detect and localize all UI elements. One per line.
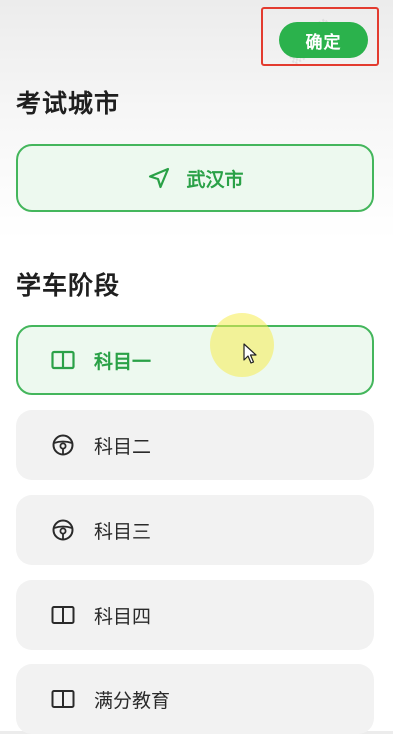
stage-item-label: 科目四 xyxy=(94,605,152,628)
stage-item-subject-four[interactable]: 科目四 xyxy=(16,580,374,650)
steering-wheel-icon xyxy=(50,432,76,458)
confirm-button[interactable]: 确定 xyxy=(279,22,368,58)
stage-item-label: 科目二 xyxy=(94,435,152,458)
mouse-cursor-icon xyxy=(243,343,257,364)
city-selector[interactable]: 武汉市 xyxy=(16,144,374,212)
stage-item-label: 科目一 xyxy=(94,350,152,373)
stage-item-subject-three[interactable]: 科目三 xyxy=(16,495,374,565)
stage-item-label: 科目三 xyxy=(94,520,152,543)
driving-stage-title: 学车阶段 xyxy=(16,271,121,300)
exam-city-title: 考试城市 xyxy=(16,89,121,118)
selected-city-label: 武汉市 xyxy=(186,168,244,191)
stage-item-full-score-education[interactable]: 满分教育 xyxy=(16,664,374,734)
stage-item-subject-two[interactable]: 科目二 xyxy=(16,410,374,480)
book-icon xyxy=(50,686,76,712)
book-icon xyxy=(50,347,76,373)
stage-item-label: 满分教育 xyxy=(94,689,171,712)
touch-indicator xyxy=(210,313,274,377)
steering-wheel-icon xyxy=(50,517,76,543)
book-icon xyxy=(50,602,76,628)
stage-item-subject-one[interactable]: 科目一 xyxy=(16,325,374,395)
location-arrow-icon xyxy=(146,165,172,191)
